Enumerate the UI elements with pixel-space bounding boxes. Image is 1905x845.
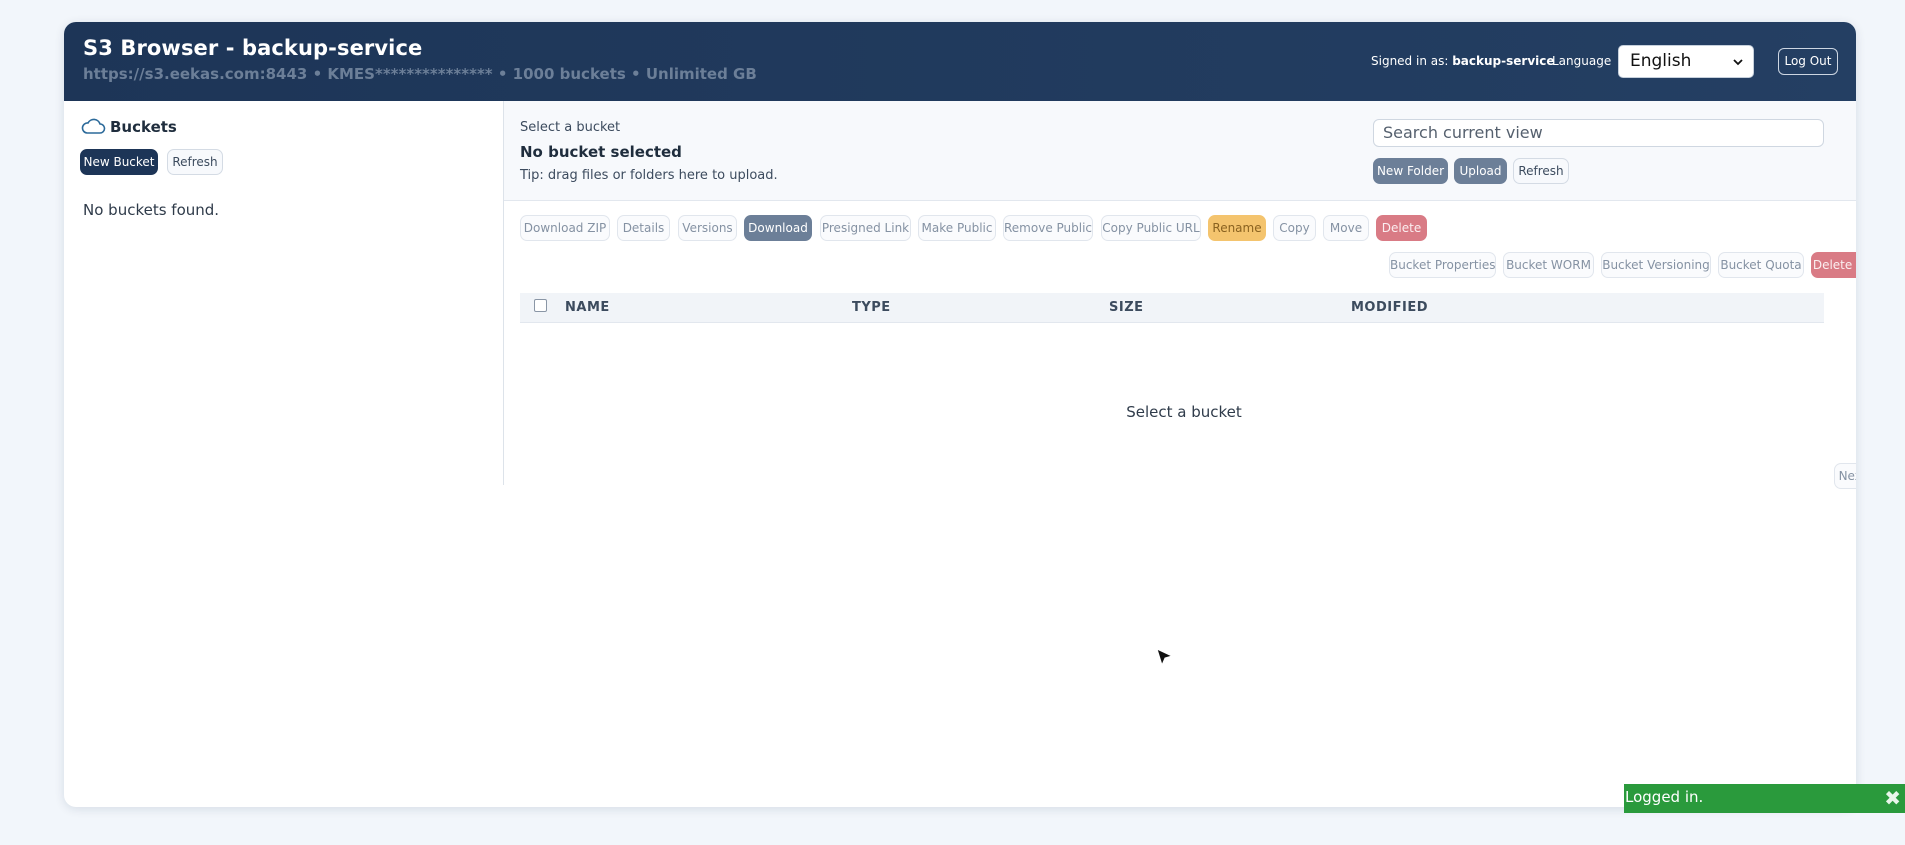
column-name[interactable]: NAME <box>565 300 610 315</box>
cloud-icon <box>81 118 106 134</box>
mouse-cursor-icon <box>1156 648 1174 667</box>
app-window: S3 Browser - backup-service https://s3.e… <box>64 22 1856 807</box>
app-title: S3 Browser - backup-service <box>83 36 423 60</box>
presigned-link-button[interactable]: Presigned Link <box>820 215 911 241</box>
no-buckets-message: No buckets found. <box>83 201 220 219</box>
sidebar-title: Buckets <box>110 118 177 136</box>
refresh-view-button[interactable]: Refresh <box>1513 158 1569 184</box>
bucket-worm-button[interactable]: Bucket WORM <box>1503 252 1594 278</box>
breadcrumb[interactable]: Select a bucket <box>520 120 620 135</box>
upload-button[interactable]: Upload <box>1454 158 1507 184</box>
connection-info: https://s3.eekas.com:8443 • KMES********… <box>83 65 757 83</box>
details-button[interactable]: Details <box>617 215 670 241</box>
signed-in-user: backup-service <box>1452 54 1555 68</box>
bucket-sidebar: Buckets New Bucket Refresh No buckets fo… <box>64 101 504 485</box>
move-button[interactable]: Move <box>1323 215 1369 241</box>
column-type[interactable]: TYPE <box>852 300 891 315</box>
close-icon[interactable]: ✖ <box>1884 786 1901 810</box>
copy-public-url-button[interactable]: Copy Public URL <box>1101 215 1201 241</box>
new-folder-button[interactable]: New Folder <box>1373 158 1448 184</box>
language-value: English <box>1630 51 1692 71</box>
download-zip-button[interactable]: Download ZIP <box>520 215 610 241</box>
signed-in-status: Signed in as: backup-service <box>1371 54 1555 68</box>
remove-public-button[interactable]: Remove Public <box>1003 215 1093 241</box>
make-public-button[interactable]: Make Public <box>918 215 996 241</box>
delete-bucket-button[interactable]: Delete Bucket <box>1811 252 1856 278</box>
search-input[interactable]: Search current view <box>1373 119 1824 147</box>
page-title: No bucket selected <box>520 143 682 161</box>
copy-button[interactable]: Copy <box>1273 215 1316 241</box>
chevron-down-icon <box>1733 47 1743 78</box>
refresh-buckets-button[interactable]: Refresh <box>167 149 223 175</box>
login-toast: Logged in. ✖ <box>1624 784 1905 813</box>
main-toolbar-area: Select a bucket No bucket selected Tip: … <box>504 101 1856 201</box>
object-table-header: NAME TYPE SIZE MODIFIED <box>520 293 1824 323</box>
delete-button[interactable]: Delete <box>1376 215 1427 241</box>
bucket-versioning-button[interactable]: Bucket Versioning <box>1601 252 1711 278</box>
app-header: S3 Browser - backup-service https://s3.e… <box>64 22 1856 101</box>
table-empty-message: Select a bucket <box>1126 403 1242 421</box>
main-panel: Select a bucket No bucket selected Tip: … <box>504 101 1856 489</box>
bucket-quota-button[interactable]: Bucket Quota <box>1718 252 1804 278</box>
rename-button[interactable]: Rename <box>1208 215 1266 241</box>
logout-button[interactable]: Log Out <box>1778 48 1838 75</box>
next-page-button[interactable]: Next Page <box>1834 463 1856 489</box>
bucket-properties-button[interactable]: Bucket Properties <box>1389 252 1496 278</box>
upload-tip: Tip: drag files or folders here to uploa… <box>520 168 778 183</box>
download-button[interactable]: Download <box>744 215 812 241</box>
versions-button[interactable]: Versions <box>678 215 737 241</box>
column-modified[interactable]: MODIFIED <box>1351 300 1428 315</box>
toast-message: Logged in. <box>1625 788 1704 806</box>
column-size[interactable]: SIZE <box>1109 300 1144 315</box>
language-label: Language <box>1552 54 1612 68</box>
new-bucket-button[interactable]: New Bucket <box>80 149 158 175</box>
signed-in-label: Signed in as: <box>1371 54 1449 68</box>
select-all-checkbox[interactable] <box>534 299 547 312</box>
language-select[interactable]: English <box>1618 45 1754 78</box>
sidebar-heading: Buckets <box>80 117 177 137</box>
